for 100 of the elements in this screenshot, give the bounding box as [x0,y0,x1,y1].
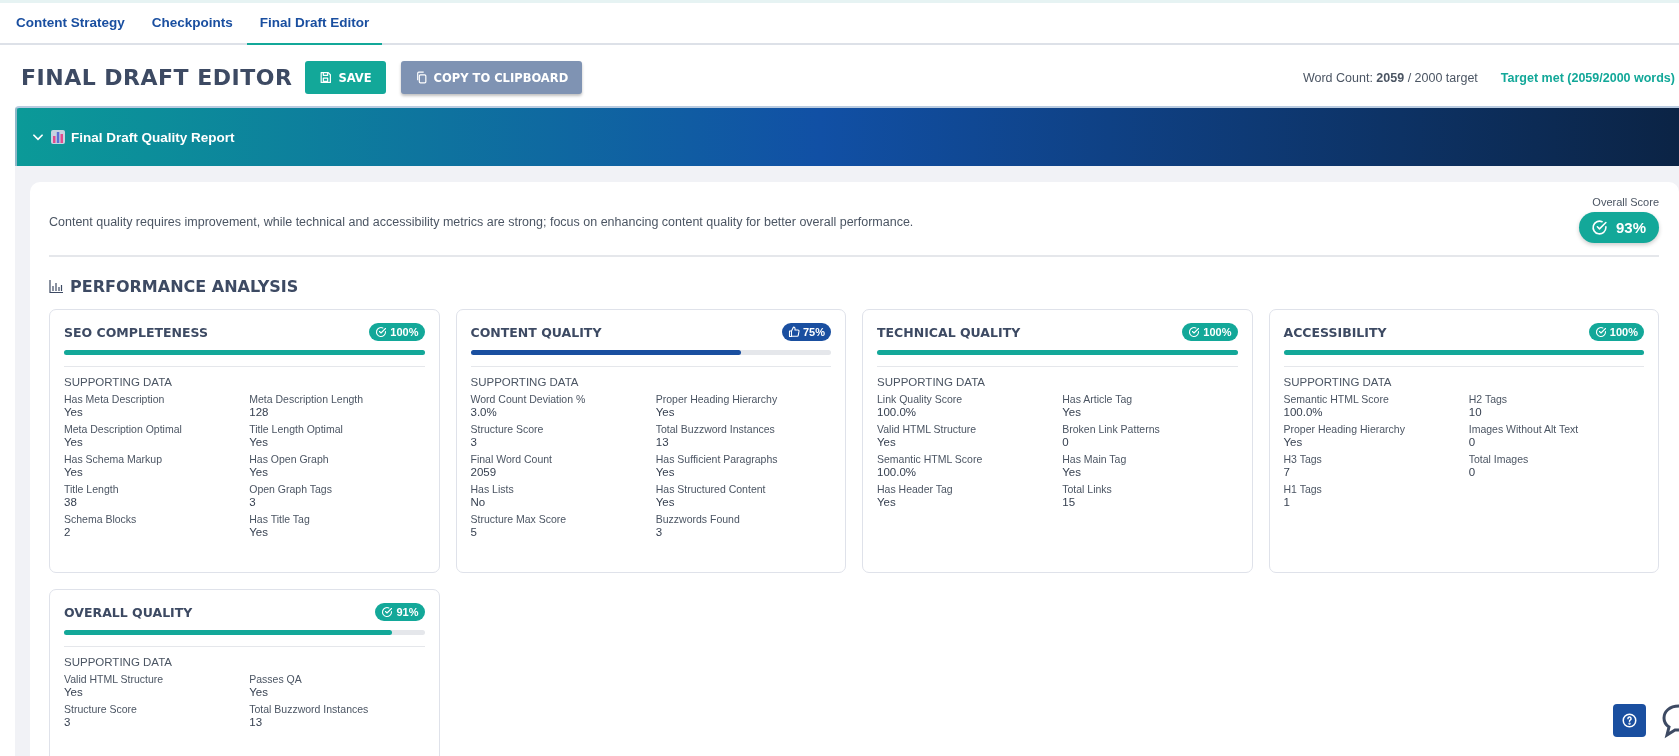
data-value: Yes [249,526,269,538]
section-heading: PERFORMANCE ANALYSIS [70,277,299,296]
data-label: Open Graph Tags [249,483,333,495]
data-label: Proper Heading Hierarchy [655,393,779,405]
save-icon [319,71,333,84]
help-icon [1622,713,1637,728]
data-value: Yes [64,686,84,698]
data-label: Has Meta Description [64,393,166,405]
data-value: 3 [64,716,72,728]
data-value: 100.0% [877,406,917,418]
summary-text: Content quality requires improvement, while technical and accessibility metrics are strong; focus on enhancing content quality for better overall performance. [49,215,914,229]
data-value: 5 [470,526,478,538]
score-badge: 75% [781,323,831,341]
thumbs-up-icon [787,326,800,338]
data-value: 0 [1062,436,1070,448]
data-value: 128 [249,406,270,418]
tab[interactable]: Content Strategy [3,3,138,45]
word-count: Word Count: 2059 / 2000 target [1302,70,1478,85]
data-value: 15 [1062,496,1077,508]
data-label: Has Sufficient Paragraphs [655,453,779,465]
data-value: 3 [470,436,478,448]
data-label: Total Buzzword Instances [655,423,776,435]
data-value: 13 [249,716,264,728]
report-toggle[interactable]: Final Draft Quality Report [31,129,235,145]
data-value: 3 [249,496,257,508]
data-value: Yes [655,406,676,418]
tab[interactable]: Checkpoints [138,3,246,45]
score-badge: 91% [375,603,425,621]
data-value: Yes [64,436,84,448]
check-circle-icon [1188,326,1201,338]
card-title: SEO COMPLETENESS [64,325,208,340]
data-label: Valid HTML Structure [64,673,165,685]
help-button[interactable] [1613,704,1646,737]
data-label: Title Length [64,483,120,495]
data-value: 10 [1468,406,1483,418]
page-title: FINAL DRAFT EDITOR [21,65,293,90]
data-label: Semantic HTML Score [1283,393,1390,405]
data-value: 2059 [470,466,498,478]
data-value: Yes [249,436,269,448]
card-title: TECHNICAL QUALITY [877,325,1021,340]
data-label: Schema Blocks [64,513,138,525]
data-label: Total Buzzword Instances [249,703,370,715]
data-value: Yes [1062,406,1082,418]
data-label: Has Article Tag [1062,393,1134,405]
data-value: 2 [64,526,72,538]
overall-score-badge: 93% [1578,212,1659,243]
data-value: Yes [1062,466,1082,478]
check-circle-icon [375,326,388,338]
overall-score-label: Overall Score [1592,196,1659,208]
tab[interactable]: Final Draft Editor [246,3,383,45]
data-label: Meta Description Optimal [64,423,183,435]
section-label: SUPPORTING DATA [64,656,172,668]
check-circle-icon [381,606,394,618]
data-label: Semantic HTML Score [877,453,984,465]
data-label: Structure Score [64,703,138,715]
data-label: Structure Score [470,423,545,435]
data-value: 3.0% [470,406,498,418]
data-value: 7 [1283,466,1291,478]
data-label: Valid HTML Structure [877,423,978,435]
data-label: Has Schema Markup [64,453,164,465]
bar-chart-icon [49,280,63,293]
data-value: 3 [655,526,664,538]
data-label: Has Open Graph [249,453,330,465]
data-label: H3 Tags [1283,453,1323,465]
data-label: H1 Tags [1283,483,1323,495]
data-value: 1 [1283,496,1291,508]
data-label: Has Main Tag [1062,453,1128,465]
data-value: 0 [1468,466,1477,478]
data-value: 0 [1468,436,1477,448]
data-value: 100.0% [1283,406,1324,418]
data-value: 13 [655,436,670,448]
section-label: SUPPORTING DATA [64,376,172,388]
data-label: Word Count Deviation % [470,393,587,405]
data-label: Buzzwords Found [655,513,741,525]
data-label: Title Length Optimal [249,423,344,435]
card-title: CONTENT QUALITY [470,325,602,340]
score-badge: 100% [369,323,425,341]
data-value: Yes [655,466,676,478]
data-label: Images Without Alt Text [1468,423,1580,435]
data-label: Total Images [1468,453,1530,465]
section-label: SUPPORTING DATA [877,376,985,388]
data-value: Yes [655,496,676,508]
data-label: H2 Tags [1468,393,1509,405]
card-title: OVERALL QUALITY [64,605,193,620]
data-label: Proper Heading Hierarchy [1283,423,1406,435]
data-value: 100.0% [877,466,917,478]
data-value: Yes [249,686,269,698]
check-circle-icon [1590,219,1608,236]
data-value: Yes [249,466,269,478]
data-label: Meta Description Length [249,393,365,405]
score-badge: 100% [1588,323,1644,341]
section-label: SUPPORTING DATA [1283,376,1392,388]
data-label: Structure Max Score [470,513,568,525]
data-value: Yes [877,436,897,448]
copy-icon [414,71,428,84]
target-status: Target met (2059/2000 words) [1500,70,1675,85]
data-label: Final Word Count [470,453,553,465]
data-label: Has Structured Content [655,483,767,495]
data-label: Has Title Tag [249,513,311,525]
data-label: Total Links [1062,483,1113,495]
